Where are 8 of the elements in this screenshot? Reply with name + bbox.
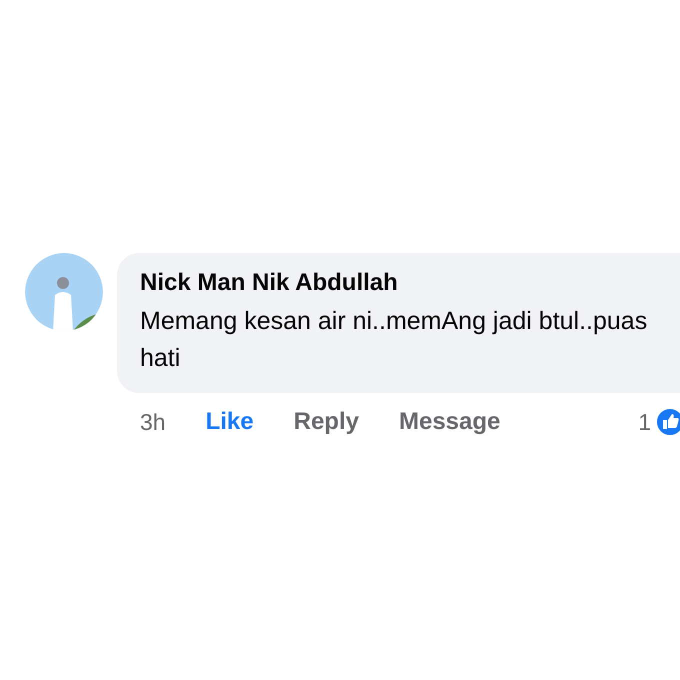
avatar-photo-placeholder[interactable] (25, 253, 103, 331)
like-button[interactable]: Like (206, 408, 254, 436)
message-button[interactable]: Message (398, 408, 500, 436)
timestamp[interactable]: 3h (140, 408, 166, 436)
comment-text: Memang kesan air ni..memAng jadi btul..puas hati (140, 306, 648, 374)
author-name[interactable]: Nick Man Nik Abdullah (140, 269, 680, 297)
reaction-count: 1 (638, 408, 651, 436)
reply-button[interactable]: Reply (294, 408, 359, 436)
